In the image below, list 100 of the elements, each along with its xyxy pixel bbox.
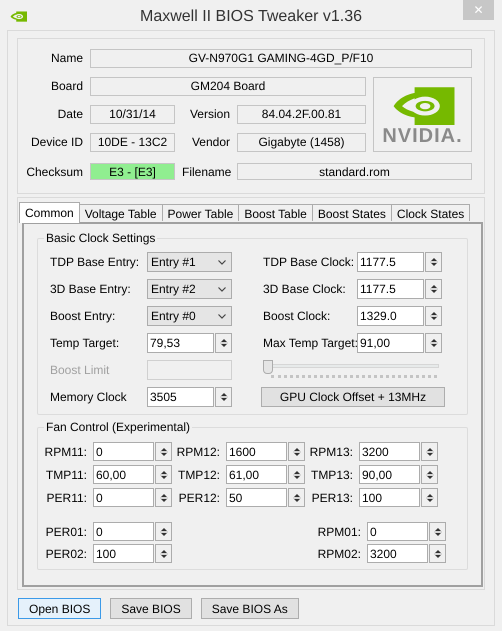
field-label: RPM13:: [308, 444, 354, 460]
field-label: RPM12:: [176, 444, 221, 460]
number-field[interactable]: 0: [367, 522, 428, 541]
tab[interactable]: Common: [19, 202, 80, 223]
spin-buttons[interactable]: [421, 465, 438, 484]
readonly-field: 10DE - 13C2: [90, 133, 175, 152]
number-field[interactable]: 91,00: [357, 333, 424, 353]
number-field[interactable]: 0: [93, 522, 154, 541]
spin-buttons[interactable]: [429, 544, 446, 563]
number-field[interactable]: 0: [93, 488, 154, 507]
spin-buttons[interactable]: [215, 333, 232, 353]
text-field[interactable]: [147, 360, 232, 380]
up-down-arrow-icon: [160, 446, 168, 458]
number-field[interactable]: 1329.0: [357, 306, 424, 326]
up-down-arrow-icon: [220, 391, 228, 403]
readonly-field: standard.rom: [237, 163, 472, 180]
up-down-arrow-icon: [292, 468, 300, 480]
number-field[interactable]: 1177.5: [357, 252, 424, 272]
group-title: Basic Clock Settings: [44, 231, 158, 245]
number-field[interactable]: 100: [93, 544, 154, 563]
field-label: Board: [50, 78, 83, 95]
action-button[interactable]: Save BIOS: [110, 598, 192, 619]
field-label: RPM02:: [316, 546, 362, 562]
number-field[interactable]: 1177.5: [357, 279, 424, 299]
field-label: Name: [50, 50, 83, 67]
chevron-icon: [218, 314, 226, 318]
number-field[interactable]: 60,00: [93, 465, 154, 484]
spin-buttons[interactable]: [288, 488, 305, 507]
field-label: TDP Base Entry:: [50, 254, 140, 271]
number-field[interactable]: 3200: [359, 442, 420, 461]
tab[interactable]: Voltage Table: [78, 204, 163, 222]
tab[interactable]: Clock States: [390, 204, 470, 222]
action-button[interactable]: Save BIOS As: [200, 598, 299, 619]
up-down-arrow-icon: [430, 256, 438, 268]
spin-buttons[interactable]: [155, 465, 172, 484]
chevron-icon: [218, 286, 226, 292]
field-label: Version: [188, 106, 230, 123]
up-down-arrow-icon: [160, 526, 168, 538]
dropdown[interactable]: Entry #2: [147, 279, 232, 299]
offset-button[interactable]: GPU Clock Offset + 13MHz: [261, 387, 445, 407]
spin-buttons[interactable]: [155, 544, 172, 563]
readonly-field: 10/31/14: [90, 105, 175, 124]
up-down-arrow-icon: [426, 492, 434, 504]
up-down-arrow-icon: [430, 310, 438, 322]
number-field[interactable]: 61,00: [226, 465, 287, 484]
field-label: PER01:: [44, 524, 88, 540]
field-label: Temp Target:: [50, 335, 120, 352]
up-down-arrow-icon: [426, 446, 434, 458]
number-field[interactable]: 50: [226, 488, 287, 507]
readonly-field: 84.04.2F.00.81: [237, 105, 366, 124]
field-label: TMP12:: [176, 466, 221, 484]
spin-buttons[interactable]: [425, 333, 442, 353]
field-label: Memory Clock: [50, 389, 128, 406]
up-down-arrow-icon: [160, 468, 168, 480]
spin-buttons[interactable]: [155, 522, 172, 541]
field-label: PER12:: [178, 490, 221, 506]
logo-text: NVIDIA.: [382, 124, 463, 146]
field-label: Max Temp Target:: [263, 335, 357, 352]
field-label: Boost Clock:: [263, 308, 332, 325]
up-down-arrow-icon: [430, 337, 438, 349]
number-field[interactable]: 3200: [367, 544, 428, 563]
spin-buttons[interactable]: [421, 442, 438, 461]
readonly-field: GV-N970G1 GAMING-4GD_P/F10: [90, 49, 472, 68]
spin-buttons[interactable]: [155, 442, 172, 461]
number-field[interactable]: 3505: [147, 387, 214, 407]
field-label: Vendor: [190, 134, 230, 151]
spin-buttons[interactable]: [288, 465, 305, 484]
up-down-arrow-icon: [160, 548, 168, 560]
field-label: PER02:: [44, 546, 88, 562]
spin-buttons[interactable]: [429, 522, 446, 541]
number-field[interactable]: 100: [359, 488, 420, 507]
spin-buttons[interactable]: [215, 387, 232, 407]
spin-buttons[interactable]: [155, 488, 172, 507]
action-button[interactable]: Open BIOS: [18, 598, 102, 619]
field-label: RPM11:: [44, 444, 88, 460]
number-field[interactable]: 0: [93, 442, 154, 461]
field-label: Filename: [182, 164, 230, 180]
spin-buttons[interactable]: [425, 279, 442, 299]
field-label: 3D Base Clock:: [263, 281, 347, 298]
readonly-field: E3 - [E3]: [90, 163, 175, 180]
window-title: Maxwell II BIOS Tweaker v1.36: [140, 7, 362, 27]
dropdown[interactable]: Entry #0: [147, 306, 232, 326]
field-label: PER13:: [310, 490, 354, 506]
group-title: Fan Control (Experimental): [44, 420, 192, 434]
number-field[interactable]: 90,00: [359, 465, 420, 484]
spin-buttons[interactable]: [425, 252, 442, 272]
slider-thumb[interactable]: [263, 360, 273, 374]
number-field[interactable]: 79,53: [147, 333, 214, 353]
app-logo-icon: [10, 10, 27, 22]
field-label: Boost Entry:: [50, 308, 116, 325]
spin-buttons[interactable]: [421, 488, 438, 507]
number-field[interactable]: 1600: [226, 442, 287, 461]
up-down-arrow-icon: [220, 337, 228, 349]
field-label: Checksum: [25, 164, 83, 180]
spin-buttons[interactable]: [425, 306, 442, 326]
dropdown[interactable]: Entry #1: [147, 252, 232, 272]
readonly-field: Gigabyte (1458): [237, 133, 366, 152]
up-down-arrow-icon: [426, 468, 434, 480]
spin-buttons[interactable]: [288, 442, 305, 461]
field-label: RPM01:: [316, 524, 362, 540]
